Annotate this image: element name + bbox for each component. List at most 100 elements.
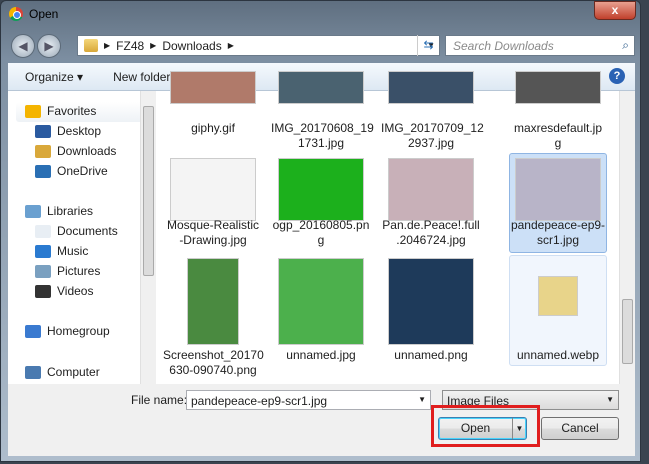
file-name-line1: unnamed.jpg — [286, 348, 356, 362]
search-input[interactable]: Search Downloads ⌕ — [445, 35, 635, 56]
sidebar-item-homegroup[interactable]: Homegroup — [25, 324, 110, 338]
organize-button[interactable]: Organize ▾ — [25, 70, 83, 84]
file-thumbnail[interactable] — [170, 158, 256, 221]
documents-icon — [35, 224, 51, 238]
file-name[interactable]: ogp_20160805.pn g — [271, 218, 371, 248]
file-name-line1: ogp_20160805.pn — [272, 218, 370, 232]
file-name-line1: Mosque-Realistic — [166, 218, 260, 232]
sidebar-item-libraries[interactable]: Libraries — [25, 204, 93, 218]
breadcrumb-fz48[interactable]: FZ48 — [116, 39, 144, 53]
file-thumbnail[interactable] — [515, 158, 601, 221]
file-name-line1: pandepeace-ep9- — [510, 218, 606, 232]
sidebar-item-label: Music — [57, 244, 89, 258]
chrome-icon — [9, 7, 23, 21]
forward-button[interactable]: ▶ — [37, 34, 61, 58]
back-button[interactable]: ◀ — [11, 34, 35, 58]
libraries-icon — [25, 204, 41, 218]
file-name[interactable]: pandepeace-ep9- scr1.jpg — [508, 218, 608, 248]
navigation-pane: Favorites Desktop Downloads OneDrive Librari… — [8, 91, 156, 384]
file-thumbnail[interactable] — [187, 258, 239, 345]
file-name-line2: scr1.jpg — [536, 233, 580, 247]
refresh-button[interactable]: ⇆ — [417, 35, 439, 56]
sidebar-item-label: Downloads — [57, 144, 117, 158]
sidebar-item-label: Desktop — [57, 124, 102, 138]
file-thumbnail[interactable] — [170, 71, 256, 104]
highlight-annotation — [431, 405, 540, 447]
file-thumbnail[interactable] — [388, 158, 474, 221]
file-name[interactable]: Screenshot_20170 630-090740.png — [163, 348, 264, 378]
address-bar[interactable]: ▶ FZ48 ▶ Downloads ▶ ▼ — [77, 35, 440, 56]
file-thumbnail[interactable] — [538, 276, 578, 316]
file-name[interactable]: giphy.gif — [163, 121, 263, 136]
sidebar-item-label: Pictures — [57, 264, 101, 278]
sidebar-item-videos[interactable]: Videos — [35, 284, 93, 298]
file-thumbnail[interactable] — [388, 71, 474, 104]
computer-icon — [25, 365, 41, 379]
sidebar-scroll-thumb[interactable] — [143, 106, 154, 276]
sidebar-item-documents[interactable]: Documents — [35, 224, 118, 238]
music-icon — [35, 244, 51, 258]
file-name-label: File name: — [131, 393, 188, 407]
folder-icon — [84, 39, 98, 52]
file-name-line1: IMG_20170709_12 — [381, 121, 484, 135]
new-folder-button[interactable]: New folder — [113, 70, 170, 84]
sidebar-scrollbar[interactable] — [140, 91, 156, 384]
file-name-line2: g — [554, 136, 562, 150]
content-pane: Favorites Desktop Downloads OneDrive Librari… — [8, 71, 635, 384]
desktop-icon — [35, 124, 51, 138]
file-name-line1: giphy.gif — [191, 121, 235, 135]
bottom-panel: File name: pandepeace-ep9-scr1.jpg ▼ Imag… — [8, 384, 635, 456]
sidebar-item-pictures[interactable]: Pictures — [35, 264, 100, 278]
file-thumbnail[interactable] — [278, 258, 364, 345]
file-name-line2: 1731.jpg — [297, 136, 345, 150]
file-thumbnail[interactable] — [278, 158, 364, 221]
file-name[interactable]: IMG_20170608_19 1731.jpg — [271, 121, 374, 151]
file-name[interactable]: unnamed.jpg — [271, 348, 371, 363]
cloud-icon — [35, 164, 51, 178]
file-name-line2: 630-090740.png — [169, 363, 257, 377]
search-placeholder: Search Downloads — [453, 39, 554, 53]
chevron-down-icon: ▼ — [606, 395, 614, 404]
files-scroll-thumb[interactable] — [622, 299, 633, 364]
window-title: Open — [29, 7, 59, 21]
sidebar-item-downloads[interactable]: Downloads — [35, 144, 116, 158]
file-thumbnail[interactable] — [388, 258, 474, 345]
open-dialog: Open x ◀ ▶ ▶ FZ48 ▶ Downloads ▶ ▼ ⇆ Search … — [0, 0, 641, 462]
sidebar-item-label: Homegroup — [47, 324, 110, 338]
file-name[interactable]: unnamed.webp — [508, 348, 608, 363]
file-name[interactable]: maxresdefault.jp g — [508, 121, 608, 151]
sidebar-item-desktop[interactable]: Desktop — [35, 124, 101, 138]
close-button[interactable]: x — [594, 1, 636, 20]
breadcrumb-downloads[interactable]: Downloads — [162, 39, 221, 53]
title-bar: Open — [9, 7, 58, 21]
file-name[interactable]: Mosque-Realistic -Drawing.jpg — [163, 218, 263, 248]
sidebar-item-label: Documents — [57, 224, 118, 238]
file-name[interactable]: Pan.de.Peace!.full .2046724.jpg — [381, 218, 481, 248]
cancel-button[interactable]: Cancel — [541, 417, 619, 440]
file-name-line1: unnamed.webp — [516, 348, 600, 362]
file-name[interactable]: IMG_20170709_12 2937.jpg — [381, 121, 484, 151]
sidebar-item-label: Favorites — [47, 104, 97, 118]
file-name-line1: maxresdefault.jp — [513, 121, 603, 135]
chevron-down-icon[interactable]: ▼ — [418, 395, 426, 404]
file-name-line2: .2046724.jpg — [396, 233, 466, 247]
sidebar-item-label: Videos — [57, 284, 94, 298]
search-icon: ⌕ — [622, 38, 629, 52]
sidebar-item-label: Libraries — [47, 204, 94, 218]
file-name-line2: -Drawing.jpg — [179, 233, 247, 247]
videos-icon — [35, 284, 51, 298]
file-name[interactable]: unnamed.png — [381, 348, 481, 363]
sidebar-item-onedrive[interactable]: OneDrive — [35, 164, 108, 178]
sidebar-item-label: Computer — [47, 365, 100, 379]
file-name-input[interactable]: pandepeace-ep9-scr1.jpg ▼ — [186, 390, 431, 410]
file-thumbnail[interactable] — [515, 71, 601, 104]
sidebar-item-computer[interactable]: Computer — [25, 365, 100, 379]
help-icon[interactable]: ? — [609, 68, 625, 84]
homegroup-icon — [25, 324, 41, 338]
file-thumbnail[interactable] — [278, 71, 364, 104]
downloads-folder-icon — [35, 144, 51, 158]
files-scrollbar[interactable] — [619, 91, 635, 384]
sidebar-item-favorites[interactable]: Favorites — [25, 104, 96, 118]
file-name-line2: g — [317, 233, 325, 247]
sidebar-item-music[interactable]: Music — [35, 244, 88, 258]
